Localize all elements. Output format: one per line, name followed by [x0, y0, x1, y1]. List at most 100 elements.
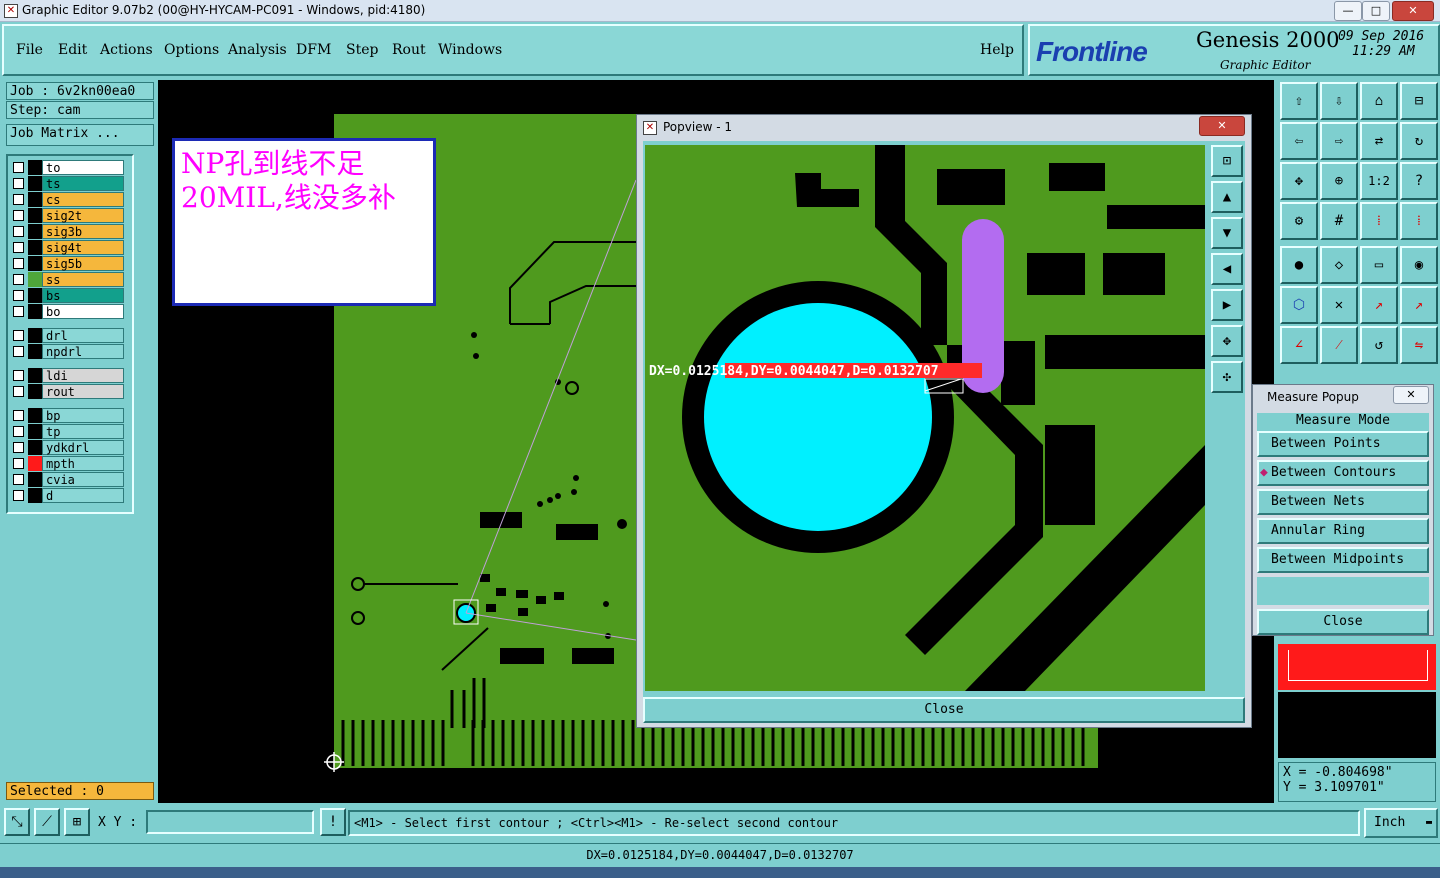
angle-icon[interactable]: ∠ [1280, 326, 1318, 364]
help-icon[interactable]: ? [1400, 162, 1438, 200]
units-select[interactable]: Inch ▬ [1364, 808, 1438, 838]
layer-row-sig3b[interactable]: sig3b [8, 224, 128, 239]
window-split-icon[interactable]: ⊟ [1400, 82, 1438, 120]
layer-checkbox[interactable] [13, 346, 24, 357]
popview-up-icon[interactable]: ▲ [1211, 181, 1243, 213]
layer-row-cs[interactable]: cs [8, 192, 128, 207]
layer-row-tp[interactable]: tp [8, 424, 128, 439]
layer-checkbox[interactable] [13, 490, 24, 501]
zoom-fit-icon[interactable]: ✥ [1280, 162, 1318, 200]
cross-icon[interactable]: ✕ [1320, 286, 1358, 324]
layer-row-to[interactable]: to [8, 160, 128, 175]
layer-checkbox[interactable] [13, 258, 24, 269]
minimize-button[interactable]: — [1334, 1, 1362, 21]
between-nets-option[interactable]: Between Nets [1257, 489, 1429, 515]
layer-checkbox[interactable] [13, 242, 24, 253]
menu-options[interactable]: Options [164, 42, 219, 58]
alert-icon[interactable]: ! [320, 808, 346, 836]
measure-close-button[interactable]: Close [1257, 609, 1429, 635]
layer-row-npdrl[interactable]: npdrl [8, 344, 128, 359]
arc-icon[interactable]: ↺ [1360, 326, 1398, 364]
ruler-icon[interactable]: ▭ [1360, 246, 1398, 284]
settings-icon[interactable]: ⚙ [1280, 202, 1318, 240]
snap-alt-icon[interactable]: ⁞ [1400, 202, 1438, 240]
measure-line-icon[interactable]: ↗ [1400, 286, 1438, 324]
layer-row-cvia[interactable]: cvia [8, 472, 128, 487]
layer-row-ss[interactable]: ss [8, 272, 128, 287]
popview-pan-icon[interactable]: ✣ [1211, 361, 1243, 393]
redraw-icon[interactable]: ↻ [1400, 122, 1438, 160]
popview-close-button[interactable]: Close [643, 697, 1245, 723]
layer-checkbox[interactable] [13, 474, 24, 485]
layer-row-sig4t[interactable]: sig4t [8, 240, 128, 255]
menu-rout[interactable]: Rout [392, 42, 426, 58]
layer-checkbox[interactable] [13, 410, 24, 421]
pad-icon[interactable]: ◉ [1400, 246, 1438, 284]
layer-checkbox[interactable] [13, 210, 24, 221]
layer-checkbox[interactable] [13, 274, 24, 285]
zoom-center-icon[interactable]: ⊕ [1320, 162, 1358, 200]
layer-row-bs[interactable]: bs [8, 288, 128, 303]
menu-edit[interactable]: Edit [58, 42, 87, 58]
popview-fit-icon[interactable]: ⊡ [1211, 145, 1243, 177]
zoom-down-icon[interactable]: ⇩ [1320, 82, 1358, 120]
measure-tool-icon[interactable]: ⟋ [34, 808, 60, 836]
layer-checkbox[interactable] [13, 426, 24, 437]
scale-icon[interactable]: 1:2 [1360, 162, 1398, 200]
select-icon[interactable]: ● [1280, 246, 1318, 284]
layer-checkbox[interactable] [13, 458, 24, 469]
between-points-option[interactable]: Between Points [1257, 431, 1429, 457]
net-icon[interactable]: ⬡ [1280, 286, 1318, 324]
layer-row-ts[interactable]: ts [8, 176, 128, 191]
layer-checkbox[interactable] [13, 442, 24, 453]
between-contours-option[interactable]: ◆ Between Contours [1257, 460, 1429, 486]
xy-input[interactable] [146, 810, 314, 834]
grid-toggle-icon[interactable]: ⊞ [64, 808, 90, 836]
popview-left-icon[interactable]: ◀ [1211, 253, 1243, 285]
layer-row-rout[interactable]: rout [8, 384, 128, 399]
layer-row-ydkdrl[interactable]: ydkdrl [8, 440, 128, 455]
menu-windows[interactable]: Windows [438, 42, 502, 58]
zoom-home-icon[interactable]: ⇧ [1280, 82, 1318, 120]
home-icon[interactable]: ⌂ [1360, 82, 1398, 120]
layer-checkbox[interactable] [13, 226, 24, 237]
menu-dfm[interactable]: DFM [296, 42, 331, 58]
layer-row-d[interactable]: d [8, 488, 128, 503]
menu-step[interactable]: Step [346, 42, 378, 58]
measure-points-icon[interactable]: ↗ [1360, 286, 1398, 324]
popview-down-icon[interactable]: ▼ [1211, 217, 1243, 249]
layer-checkbox[interactable] [13, 306, 24, 317]
maximize-button[interactable]: □ [1362, 1, 1390, 21]
layer-checkbox[interactable] [13, 162, 24, 173]
menu-file[interactable]: File [16, 42, 43, 58]
popview-close-x[interactable]: ✕ [1199, 116, 1245, 136]
flip-icon[interactable]: ⇋ [1400, 326, 1438, 364]
layer-checkbox[interactable] [13, 330, 24, 341]
layer-row-mpth[interactable]: mpth [8, 456, 128, 471]
layer-row-bo[interactable]: bo [8, 304, 128, 319]
layer-row-bp[interactable]: bp [8, 408, 128, 423]
layer-row-sig5b[interactable]: sig5b [8, 256, 128, 271]
snap-icon[interactable]: ⁞ [1360, 202, 1398, 240]
grid-icon[interactable]: # [1320, 202, 1358, 240]
annular-ring-option[interactable]: Annular Ring [1257, 518, 1429, 544]
layer-checkbox[interactable] [13, 290, 24, 301]
layer-checkbox[interactable] [13, 178, 24, 189]
menu-analysis[interactable]: Analysis [228, 42, 287, 58]
popview-zoom[interactable]: DX=0.0125184,DY=0.0044047,D=0.0132707 [645, 145, 1205, 691]
job-matrix-button[interactable]: Job Matrix ... [6, 124, 154, 146]
measure-close-x[interactable]: ✕ [1393, 386, 1429, 404]
layer-row-sig2t[interactable]: sig2t [8, 208, 128, 223]
slash-icon[interactable]: ⁄ [1320, 326, 1358, 364]
swap-icon[interactable]: ⇄ [1360, 122, 1398, 160]
pan-left-icon[interactable]: ⇦ [1280, 122, 1318, 160]
layer-checkbox[interactable] [13, 370, 24, 381]
zoom-box-icon[interactable]: ⤡ [4, 808, 30, 836]
layer-row-drl[interactable]: drl [8, 328, 128, 343]
close-window-button[interactable]: ✕ [1392, 1, 1434, 21]
popview-right-icon[interactable]: ▶ [1211, 289, 1243, 321]
menu-actions[interactable]: Actions [100, 42, 153, 58]
between-midpoints-option[interactable]: Between Midpoints [1257, 547, 1429, 573]
layer-checkbox[interactable] [13, 194, 24, 205]
edit-shape-icon[interactable]: ◇ [1320, 246, 1358, 284]
